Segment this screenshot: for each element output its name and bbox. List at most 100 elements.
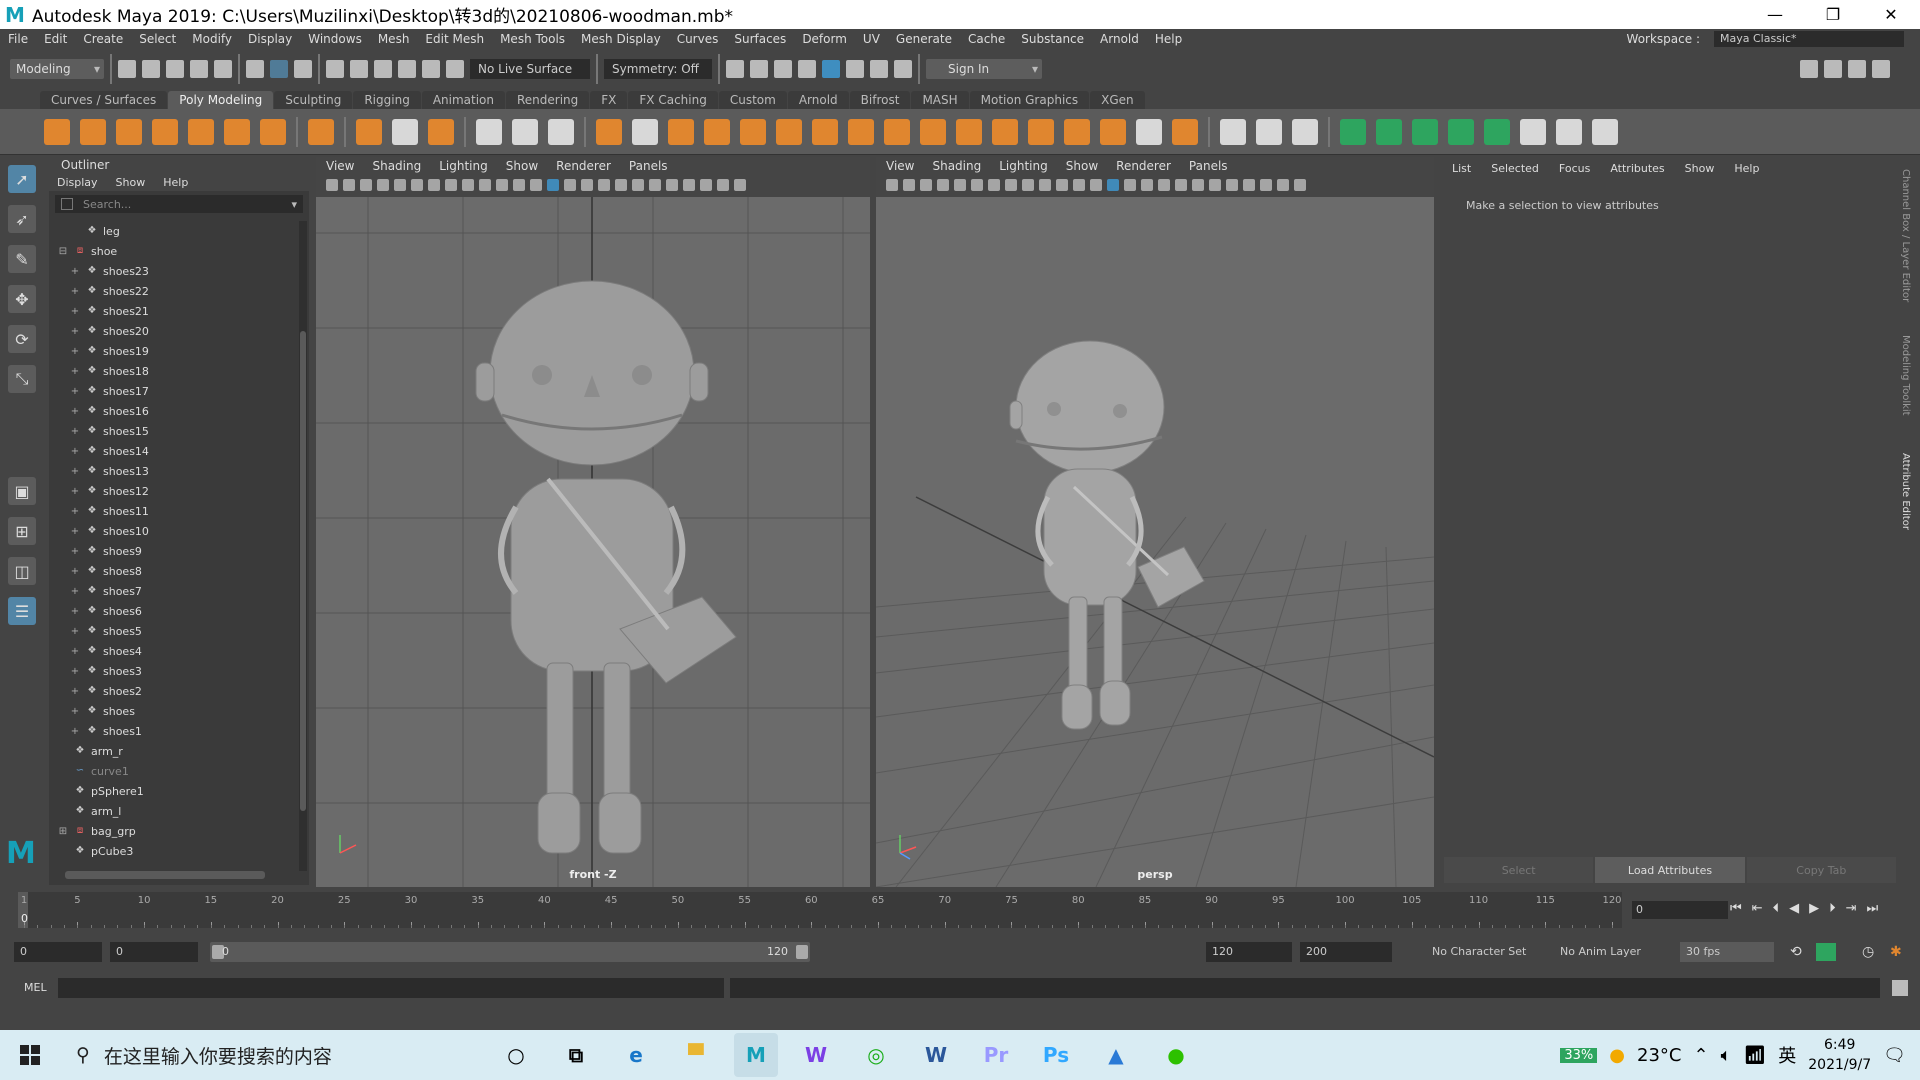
fps-dropdown[interactable]: 30 fps (1680, 942, 1774, 962)
camera-attr-icon[interactable] (886, 179, 898, 191)
grease-pencil-icon[interactable] (394, 179, 406, 191)
live-surface-field[interactable]: No Live Surface (470, 59, 590, 79)
resolution-gate-icon[interactable] (1005, 179, 1017, 191)
expand-icon[interactable]: + (69, 666, 81, 677)
xray-joints-icon[interactable] (717, 179, 729, 191)
render-current-icon[interactable] (750, 60, 768, 78)
select-hierarchy-icon[interactable] (246, 60, 264, 78)
anim-prefs-icon[interactable]: ✱ (1890, 944, 1902, 960)
search-options-icon[interactable]: ▾ (291, 198, 297, 211)
list-item[interactable]: + ❖ shoes3 (49, 661, 299, 681)
expand-icon[interactable]: + (69, 426, 81, 437)
textured-icon[interactable] (581, 179, 593, 191)
outliner-layout-icon[interactable]: ☰ (8, 597, 36, 625)
quad-draw-icon[interactable] (476, 118, 502, 145)
smooth-shade-icon[interactable] (1107, 179, 1119, 191)
menu-create[interactable]: Create (75, 32, 131, 46)
restore-button[interactable]: ❐ (1804, 0, 1862, 29)
load-attributes-button[interactable]: Load Attributes (1595, 857, 1745, 883)
workspace-dropdown[interactable]: Maya Classic* (1714, 31, 1904, 47)
attribute-editor-tab[interactable]: Attribute Editor (1900, 453, 1911, 530)
default-material-icon[interactable] (564, 179, 576, 191)
uv-coords-icon[interactable] (548, 118, 574, 145)
list-item[interactable]: + ❖ shoes (49, 701, 299, 721)
menu-substance[interactable]: Substance (1013, 32, 1092, 46)
menu-arnold[interactable]: Arnold (1092, 32, 1147, 46)
expand-icon[interactable]: + (69, 266, 81, 277)
go-to-start-icon[interactable]: ⏮ (1730, 901, 1742, 916)
task-view-icon[interactable]: ⧉ (554, 1033, 598, 1077)
expand-icon[interactable]: + (69, 306, 81, 317)
shelf-tab-rigging[interactable]: Rigging (353, 91, 421, 109)
snap-point-icon[interactable] (374, 60, 392, 78)
select-object-icon[interactable] (270, 60, 288, 78)
expand-icon[interactable]: ⊟ (57, 246, 69, 257)
step-forward-frame-icon[interactable]: ⏵ (1829, 901, 1836, 916)
field-chart-icon[interactable] (479, 179, 491, 191)
mel-label[interactable]: MEL (24, 981, 47, 994)
temperature-label[interactable]: 23°C (1637, 1045, 1681, 1066)
list-item[interactable]: + ❖ shoes23 (49, 261, 299, 281)
xray-icon[interactable] (700, 179, 712, 191)
attr-menu-list[interactable]: List (1452, 162, 1471, 175)
poke-icon[interactable] (1064, 118, 1090, 145)
new-scene-icon[interactable] (118, 60, 136, 78)
poly-cube-icon[interactable] (80, 118, 106, 145)
ime-indicator[interactable]: 英 (1778, 1042, 1796, 1068)
list-item[interactable]: + ❖ shoes1 (49, 721, 299, 741)
expand-icon[interactable]: + (69, 566, 81, 577)
volume-icon[interactable]: 🔈︎ (1721, 1045, 1732, 1066)
anti-alias-icon[interactable] (1226, 179, 1238, 191)
undo-icon[interactable] (190, 60, 208, 78)
hypershade-icon[interactable] (822, 60, 840, 78)
viewport-menu-shading[interactable]: Shading (932, 159, 981, 173)
attr-menu-focus[interactable]: Focus (1559, 162, 1590, 175)
viewport-menu-view[interactable]: View (886, 159, 914, 173)
move-tool-icon[interactable]: ✥ (8, 285, 36, 313)
two-view-layout-icon[interactable]: ◫ (8, 557, 36, 585)
viewport-menu-panels[interactable]: Panels (1189, 159, 1228, 173)
list-item[interactable]: + ❖ shoes14 (49, 441, 299, 461)
auto-key-icon[interactable] (1816, 943, 1836, 961)
menu-display[interactable]: Display (240, 32, 300, 46)
uv-editor-icon[interactable] (512, 118, 538, 145)
menu-surfaces[interactable]: Surfaces (726, 32, 794, 46)
expand-icon[interactable]: + (69, 386, 81, 397)
xray-active-icon[interactable] (734, 179, 746, 191)
wireframe-icon[interactable] (1090, 179, 1102, 191)
modeling-toolkit-tab[interactable]: Modeling Toolkit (1900, 335, 1911, 416)
viewport-menu-shading[interactable]: Shading (372, 159, 421, 173)
scale-tool-icon[interactable]: ⤡ (8, 365, 36, 393)
xray-active-icon[interactable] (1294, 179, 1306, 191)
viewport-menu-panels[interactable]: Panels (629, 159, 668, 173)
snap-view-icon[interactable] (398, 60, 416, 78)
redo-icon[interactable] (214, 60, 232, 78)
type-text-icon[interactable] (392, 118, 418, 145)
shelf-tab-arnold[interactable]: Arnold (787, 91, 849, 109)
shadows-icon[interactable] (615, 179, 627, 191)
list-item[interactable]: + ❖ shoes22 (49, 281, 299, 301)
loop-icon[interactable]: ⟲ (1790, 944, 1802, 960)
playback-speed-icon[interactable]: ◷ (1862, 944, 1874, 960)
motion-blur-icon[interactable] (1209, 179, 1221, 191)
triangulate-icon[interactable] (1136, 118, 1162, 145)
list-item[interactable]: ⊟ ⧈ shoe (49, 241, 299, 261)
wireframe-icon[interactable] (530, 179, 542, 191)
poly-sphere-icon[interactable] (44, 118, 70, 145)
persp-viewport[interactable]: persp (876, 197, 1434, 887)
ambient-occlusion-icon[interactable] (632, 179, 644, 191)
resolution-gate-icon[interactable] (445, 179, 457, 191)
extrude-icon[interactable] (704, 118, 730, 145)
expand-icon[interactable]: + (69, 546, 81, 557)
image-plane-icon[interactable] (360, 179, 372, 191)
wechat-icon[interactable]: ● (1154, 1033, 1198, 1077)
poly-plane-icon[interactable] (224, 118, 250, 145)
list-item[interactable]: + ❖ shoes15 (49, 421, 299, 441)
outliner-search[interactable]: Search... ▾ (55, 195, 303, 213)
expand-icon[interactable]: + (69, 286, 81, 297)
retopo-icon[interactable] (1172, 118, 1198, 145)
select-tool-icon[interactable]: ➚ (8, 165, 36, 193)
uv-sew-icon[interactable] (1592, 118, 1618, 145)
channel-box-tab[interactable]: Channel Box / Layer Editor (1900, 169, 1911, 302)
snap-vertex-icon[interactable] (446, 60, 464, 78)
